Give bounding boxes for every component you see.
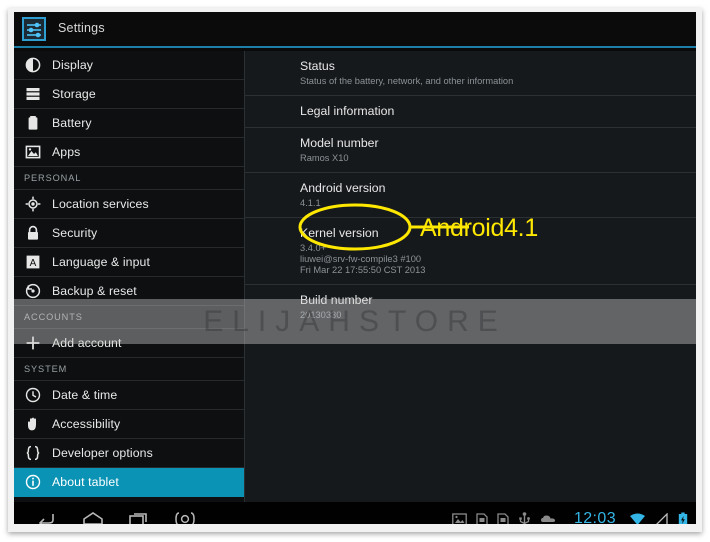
detail-item-subtitle: Status of the battery, network, and othe… (300, 76, 672, 87)
screenshot-root: Settings Display Storage Battery Apps PERSON… (0, 0, 710, 542)
detail-item-subtitle-line: 20130330 (300, 310, 342, 320)
detail-item-title: Status (300, 59, 335, 73)
settings-sidebar: Display Storage Battery Apps PERSONAL Locatio… (14, 51, 244, 502)
sidebar-section-accounts: ACCOUNTS (14, 306, 244, 329)
tablet-screen: Settings Display Storage Battery Apps PERSON… (14, 12, 696, 524)
sidebar-item-date-time[interactable]: Date & time (14, 381, 244, 410)
svg-text:A: A (30, 258, 37, 269)
recents-icon[interactable] (116, 502, 162, 524)
sidebar-item-label: Developer options (52, 446, 153, 460)
sliders-icon[interactable] (22, 17, 46, 41)
sidebar-section-personal: PERSONAL (14, 167, 244, 190)
brightness-icon (24, 56, 42, 74)
sidebar-item-label: Display (52, 58, 94, 72)
battery-icon (24, 114, 42, 132)
location-icon (24, 195, 42, 213)
detail-item-android-version[interactable]: Android version 4.1.1 (245, 173, 696, 218)
detail-item-subtitle-line: 3.4.0+ (300, 243, 327, 253)
status-clock: 12:03 (573, 510, 616, 524)
sidebar-item-label: Apps (52, 145, 81, 159)
clock-icon (24, 386, 42, 404)
screenshot-icon[interactable] (162, 502, 208, 524)
sidebar-item-label: Date & time (52, 388, 118, 402)
sidebar-section-system: SYSTEM (14, 358, 244, 381)
sidebar-item-apps[interactable]: Apps (14, 138, 244, 167)
battery-status-icon (678, 512, 688, 524)
sidebar-item-language-input[interactable]: A Language & input (14, 248, 244, 277)
sidebar-item-storage[interactable]: Storage (14, 80, 244, 109)
app-title: Settings (58, 21, 105, 35)
back-arrow-icon[interactable] (24, 502, 70, 524)
storage-icon (24, 85, 42, 103)
app-title-bar: Settings (14, 12, 696, 46)
sim-card-icon (497, 512, 509, 524)
detail-item-subtitle-line: Ramos X10 (300, 153, 349, 163)
detail-item-subtitle: 4.1.1 (300, 198, 672, 209)
detail-item-status[interactable]: Status Status of the battery, network, an… (245, 51, 696, 96)
sidebar-item-label: Storage (52, 87, 96, 101)
detail-item-subtitle: 20130330 (300, 310, 672, 321)
nav-key-group (24, 502, 208, 524)
detail-item-subtitle-line: Fri Mar 22 17:55:50 CST 2013 (300, 265, 426, 275)
sidebar-item-battery[interactable]: Battery (14, 109, 244, 138)
detail-item-title: Build number (300, 293, 373, 307)
callout-label: Android4.1 (420, 214, 538, 242)
restore-icon (24, 282, 42, 300)
plus-icon (24, 334, 42, 352)
detail-item-subtitle: 3.4.0+ liuwei@srv-fw-compile3 #100 Fri Mar… (300, 243, 672, 276)
hand-icon (24, 415, 42, 433)
detail-item-model-number[interactable]: Model number Ramos X10 (245, 128, 696, 173)
sidebar-item-display[interactable]: Display (14, 51, 244, 80)
sidebar-item-about-tablet[interactable]: About tablet (14, 468, 244, 497)
sidebar-item-label: Location services (52, 197, 149, 211)
detail-item-subtitle: Ramos X10 (300, 153, 672, 164)
sidebar-item-label: About tablet (52, 475, 119, 489)
image-icon (452, 512, 467, 524)
sidebar-item-label: Accessibility (52, 417, 121, 431)
sidebar-item-accessibility[interactable]: Accessibility (14, 410, 244, 439)
detail-item-legal-information[interactable]: Legal information (245, 96, 696, 128)
settings-content: Display Storage Battery Apps PERSONAL Locatio… (14, 51, 696, 502)
info-icon (24, 473, 42, 491)
braces-icon (24, 444, 42, 462)
sidebar-item-label: Security (52, 226, 98, 240)
sidebar-item-security[interactable]: Security (14, 219, 244, 248)
detail-item-title: Android version (300, 181, 386, 195)
usb-icon (518, 511, 531, 524)
detail-item-build-number[interactable]: Build number 20130330 (245, 285, 696, 329)
sidebar-item-location-services[interactable]: Location services (14, 190, 244, 219)
sidebar-item-label: Language & input (52, 255, 151, 269)
sidebar-item-backup-reset[interactable]: Backup & reset (14, 277, 244, 306)
detail-item-subtitle-line: liuwei@srv-fw-compile3 #100 (300, 254, 422, 264)
status-icon-group: 12:03 (452, 502, 688, 524)
lock-icon (24, 224, 42, 242)
detail-item-title: Model number (300, 136, 379, 150)
language-a-icon: A (24, 253, 42, 271)
signal-triangle-icon (655, 512, 669, 524)
android-debug-icon (540, 513, 557, 524)
detail-item-title: Legal information (300, 104, 395, 118)
sidebar-item-label: Battery (52, 116, 92, 130)
wifi-icon (629, 513, 646, 524)
sim-card-icon (476, 512, 488, 524)
sidebar-item-developer-options[interactable]: Developer options (14, 439, 244, 468)
detail-item-subtitle-line: 4.1.1 (300, 198, 321, 208)
sidebar-item-label: Backup & reset (52, 284, 137, 298)
sidebar-item-label: Add account (52, 336, 122, 350)
sidebar-item-add-account[interactable]: Add account (14, 329, 244, 358)
detail-item-subtitle-line: Status of the battery, network, and othe… (300, 76, 514, 86)
about-tablet-panel: Status Status of the battery, network, an… (245, 51, 696, 502)
home-icon[interactable] (70, 502, 116, 524)
system-navigation-bar: 12:03 (14, 502, 696, 524)
apps-icon (24, 143, 42, 161)
